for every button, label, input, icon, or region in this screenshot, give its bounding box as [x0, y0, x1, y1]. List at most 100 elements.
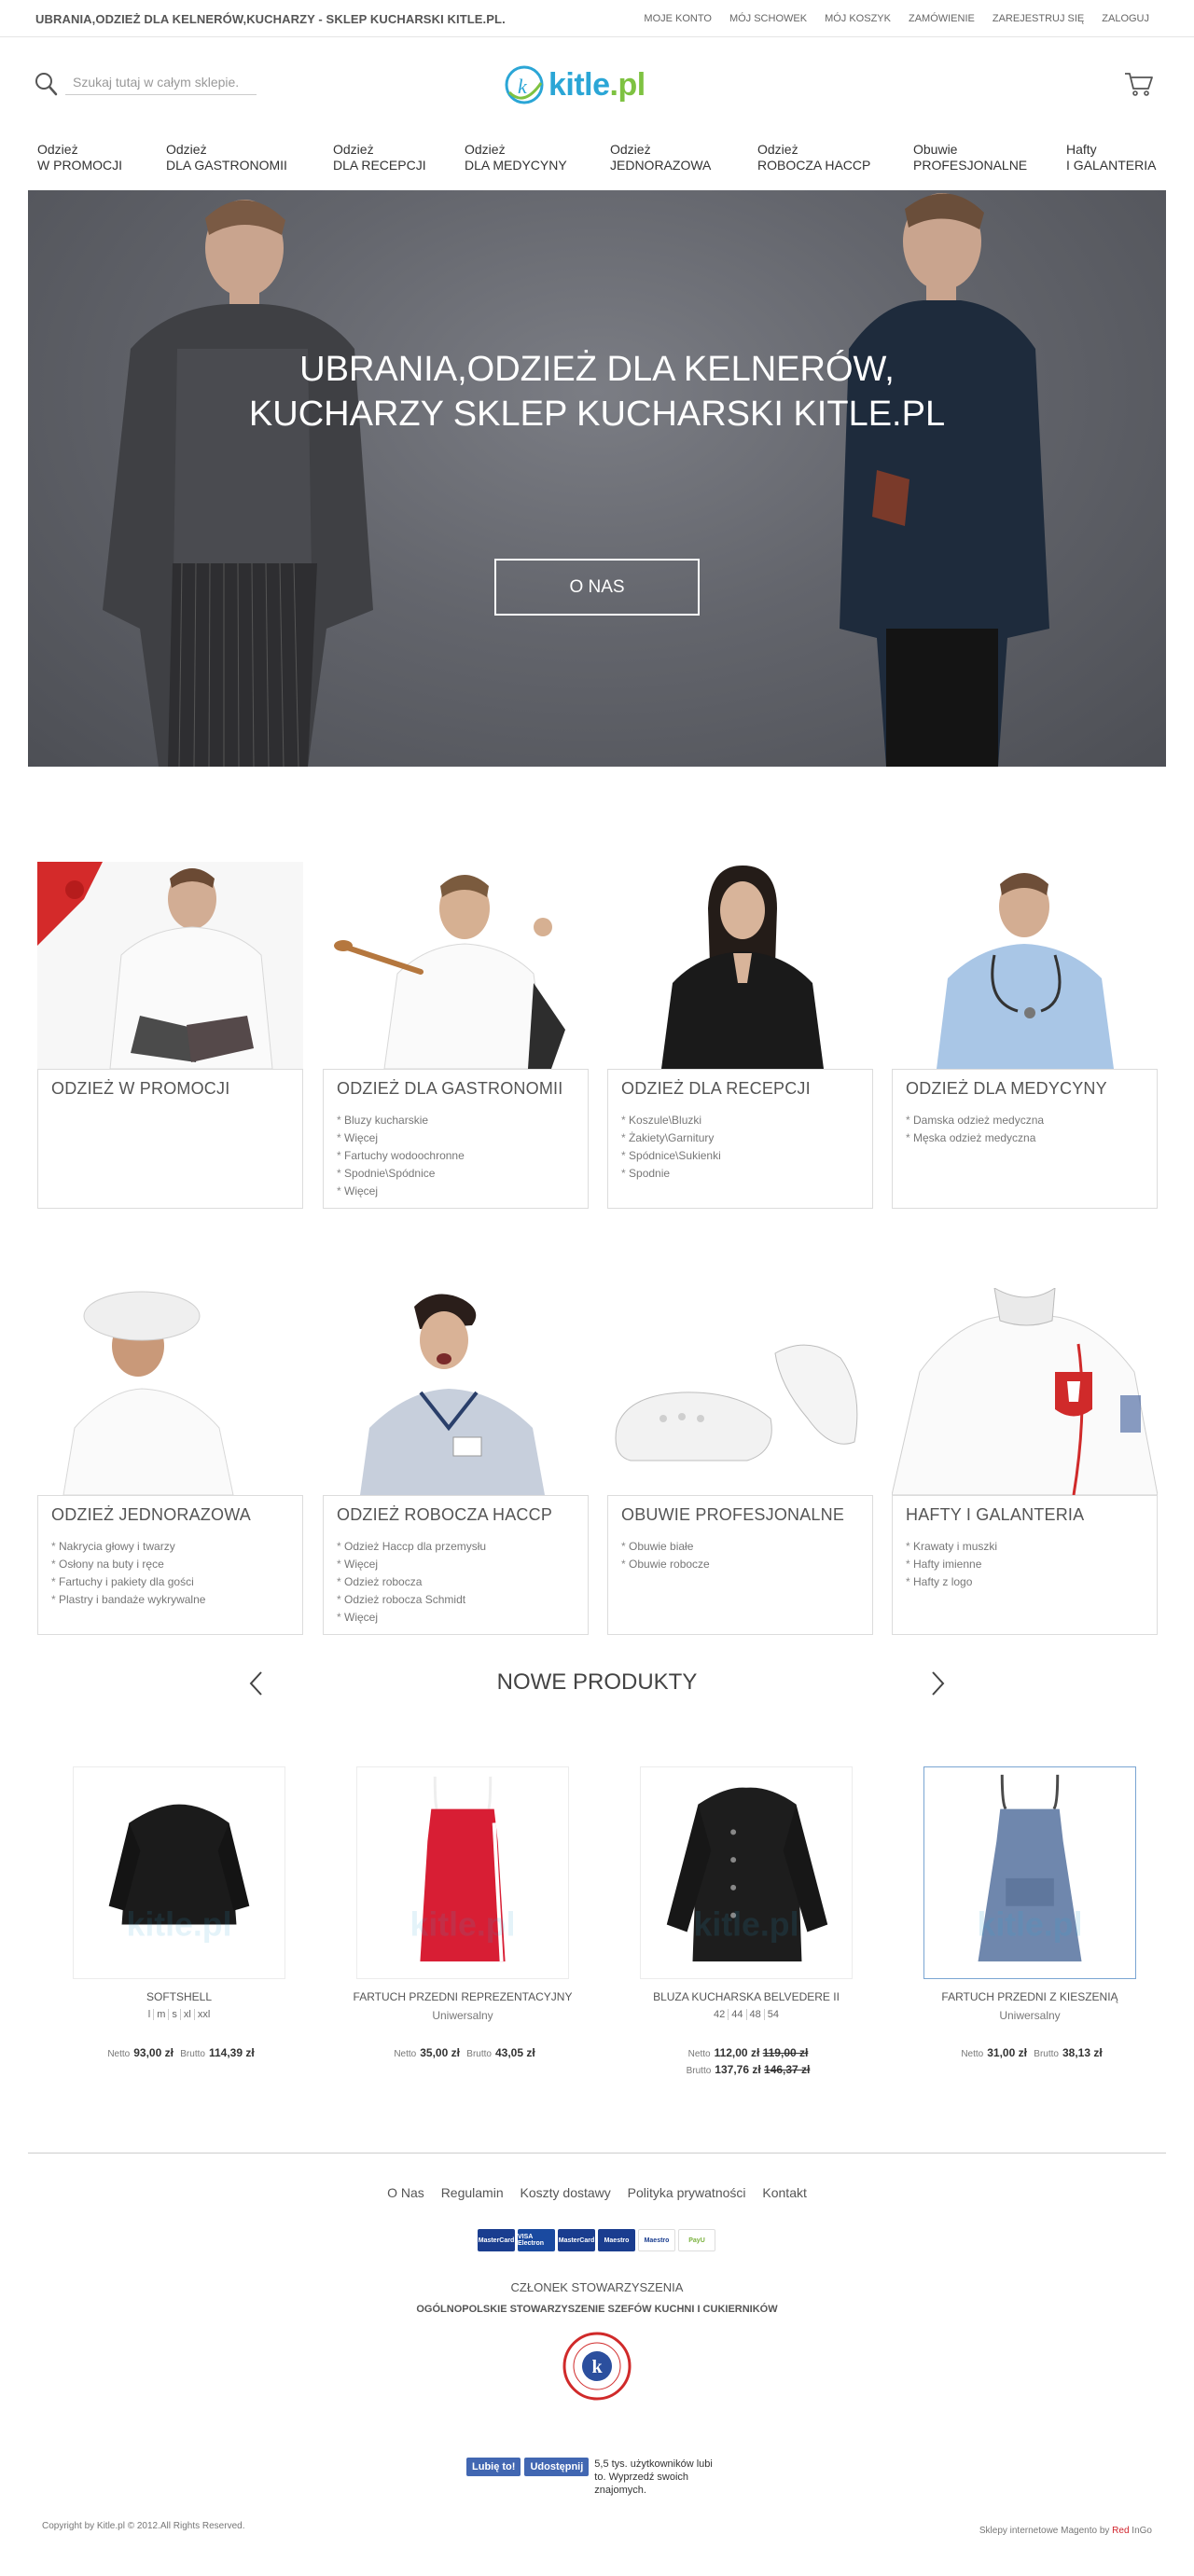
nav-item-hafty[interactable]: Hafty I GALANTERIA	[1066, 142, 1156, 173]
nav-item-obuwie[interactable]: Obuwie PROFESJONALNE	[913, 142, 1027, 173]
product-image[interactable]: kitle.pl	[356, 1766, 569, 1979]
my-cart-link[interactable]: MÓJ KOSZYK	[825, 13, 891, 24]
category-link[interactable]: Plastry i bandaże wykrywalne	[51, 1591, 289, 1609]
category-title[interactable]: OBUWIE PROFESJONALNE	[621, 1505, 859, 1525]
product-card[interactable]: kitle.pl FARTUCH PRZEDNI REPREZENTACYJNY…	[347, 1766, 572, 2084]
category-link[interactable]: Koszule\Bluzki	[621, 1112, 859, 1129]
category-link[interactable]: Męska odzież medyczna	[906, 1129, 1144, 1147]
category-tile-jednorazowa[interactable]: ODZIEŻ JEDNORAZOWA Nakrycia głowy i twar…	[37, 1288, 303, 1635]
category-image-hafty	[892, 1288, 1158, 1495]
category-title[interactable]: ODZIEŻ W PROMOCJI	[51, 1079, 289, 1099]
fb-like-button[interactable]: Lubię to!	[466, 2458, 521, 2476]
category-link[interactable]: Nakrycia głowy i twarzy	[51, 1538, 289, 1556]
category-link[interactable]: Odzież robocza	[337, 1573, 575, 1591]
category-link[interactable]: Krawaty i muszki	[906, 1538, 1144, 1556]
nav-item-gastronomia[interactable]: Odzież DLA GASTRONOMII	[166, 142, 287, 173]
category-title[interactable]: ODZIEŻ JEDNORAZOWA	[51, 1505, 289, 1525]
product-image[interactable]: kitle.pl	[923, 1766, 1136, 1979]
product-price-brutto: Brutto 137,76 zł 146,37 zł	[686, 2063, 811, 2076]
cart-icon[interactable]	[1124, 71, 1154, 97]
category-link[interactable]: Fartuchy i pakiety dla gości	[51, 1573, 289, 1591]
category-title[interactable]: ODZIEŻ ROBOCZA HACCP	[337, 1505, 575, 1525]
category-tile-haccp[interactable]: ODZIEŻ ROBOCZA HACCP Odzież Haccp dla pr…	[323, 1288, 589, 1635]
category-tile-recepcja[interactable]: ODZIEŻ DLA RECEPCJI Koszule\Bluzki Żakie…	[607, 862, 873, 1209]
wishlist-link[interactable]: MÓJ SCHOWEK	[729, 13, 807, 24]
category-link[interactable]: Fartuchy wodoochronne	[337, 1147, 575, 1165]
category-tile-medycyna[interactable]: ODZIEŻ DLA MEDYCYNY Damska odzież medycz…	[892, 862, 1158, 1209]
mastercard-icon: MasterCard	[558, 2229, 595, 2251]
category-title[interactable]: ODZIEŻ DLA GASTRONOMII	[337, 1079, 575, 1099]
chevron-right-icon[interactable]	[927, 1669, 948, 1697]
product-price: Netto 93,00 zł Brutto 114,39 zł	[107, 2046, 255, 2059]
svg-text:kitle.pl: kitle.pl	[410, 1905, 516, 1943]
category-link[interactable]: Więcej	[337, 1556, 575, 1573]
footer-link-privacy[interactable]: Polityka prywatności	[628, 2185, 746, 2200]
footer-link-terms[interactable]: Regulamin	[441, 2185, 504, 2200]
site-title: UBRANIA,ODZIEŻ DLA KELNERÓW,KUCHARZY - S…	[35, 12, 506, 26]
facebook-widget: Lubię to! Udostępnij 5,5 tys. użytkownik…	[466, 2458, 725, 2497]
category-link[interactable]: Bluzy kucharskie	[337, 1112, 575, 1129]
category-link[interactable]: Obuwie robocze	[621, 1556, 859, 1573]
product-image[interactable]: kitle.pl	[73, 1766, 285, 1979]
category-title[interactable]: HAFTY I GALANTERIA	[906, 1505, 1144, 1525]
category-link[interactable]: Hafty z logo	[906, 1573, 1144, 1591]
search-input[interactable]	[65, 69, 257, 95]
category-link[interactable]: Damska odzież medyczna	[906, 1112, 1144, 1129]
product-name[interactable]: BLUZA KUCHARSKA BELVEDERE II	[631, 1990, 862, 2003]
product-card[interactable]: kitle.pl FARTUCH PRZEDNI Z KIESZENIĄ Uni…	[914, 1766, 1138, 2084]
category-link[interactable]: Odzież robocza Schmidt	[337, 1591, 575, 1609]
category-title[interactable]: ODZIEŻ DLA MEDYCYNY	[906, 1079, 1144, 1099]
category-link[interactable]: Obuwie białe	[621, 1538, 859, 1556]
powered-by[interactable]: Sklepy internetowe Magento by Red InGo	[979, 2526, 1152, 2536]
category-box-obuwie: OBUWIE PROFESJONALNE Obuwie białe Obuwie…	[607, 1495, 873, 1635]
fb-share-button[interactable]: Udostępnij	[524, 2458, 590, 2476]
category-tile-obuwie[interactable]: OBUWIE PROFESJONALNE Obuwie białe Obuwie…	[607, 1288, 873, 1635]
about-us-button[interactable]: O NAS	[494, 559, 700, 616]
footer-link-contact[interactable]: Kontakt	[762, 2185, 806, 2200]
product-variant: Uniwersalny	[999, 2009, 1061, 2022]
nav-item-promocja[interactable]: Odzież W PROMOCJI	[37, 142, 122, 173]
category-link[interactable]: Spodnie	[621, 1165, 859, 1183]
register-link[interactable]: ZAREJESTRUJ SIĘ	[993, 13, 1084, 24]
category-title[interactable]: ODZIEŻ DLA RECEPCJI	[621, 1079, 859, 1099]
category-tile-gastronomia[interactable]: ODZIEŻ DLA GASTRONOMII Bluzy kucharskie …	[323, 862, 589, 1209]
category-link[interactable]: Żakiety\Garnitury	[621, 1129, 859, 1147]
mastercard-icon: MasterCard	[478, 2229, 515, 2251]
category-image-medycyna	[892, 862, 1158, 1069]
category-box-haccp: ODZIEŻ ROBOCZA HACCP Odzież Haccp dla pr…	[323, 1495, 589, 1635]
nav-item-medycyna[interactable]: Odzież DLA MEDYCYNY	[465, 142, 567, 173]
nav-item-haccp[interactable]: Odzież ROBOCZA HACCP	[757, 142, 870, 173]
category-link[interactable]: Więcej	[337, 1183, 575, 1200]
association-badge-icon[interactable]: k	[562, 2332, 632, 2401]
category-tile-hafty[interactable]: HAFTY I GALANTERIA Krawaty i muszki Haft…	[892, 1288, 1158, 1635]
product-name[interactable]: SOFTSHELL	[63, 1990, 295, 2003]
category-link[interactable]: Spodnie\Spódnice	[337, 1165, 575, 1183]
nav-item-recepcja[interactable]: Odzież DLA RECEPCJI	[333, 142, 426, 173]
category-link[interactable]: Więcej	[337, 1129, 575, 1147]
nav-item-jednorazowa[interactable]: Odzież JEDNORAZOWA	[610, 142, 711, 173]
footer-divider	[28, 2153, 1166, 2154]
site-logo[interactable]: k kitle.pl	[504, 63, 700, 106]
category-image-recepcja	[607, 862, 873, 1069]
category-image-obuwie	[607, 1288, 873, 1495]
category-link[interactable]: Spódnice\Sukienki	[621, 1147, 859, 1165]
product-card[interactable]: kitle.pl BLUZA KUCHARSKA BELVEDERE II 42…	[631, 1766, 854, 2084]
fb-like-count: 5,5 tys. użytkowników lubi to. Wyprzedź …	[594, 2458, 713, 2496]
product-name[interactable]: FARTUCH PRZEDNI REPREZENTACYJNY	[347, 1990, 578, 2003]
category-tile-promocja[interactable]: ODZIEŻ W PROMOCJI	[37, 862, 303, 1209]
search-icon[interactable]	[34, 71, 58, 97]
category-link[interactable]: Więcej	[337, 1609, 575, 1627]
login-link[interactable]: ZALOGUJ	[1102, 13, 1149, 24]
category-link[interactable]: Hafty imienne	[906, 1556, 1144, 1573]
product-card[interactable]: kitle.pl SOFTSHELL l m s xl xxl Netto 93,00 z…	[63, 1766, 287, 2084]
footer-link-about[interactable]: O Nas	[387, 2185, 424, 2200]
category-link[interactable]: Osłony na buty i ręce	[51, 1556, 289, 1573]
checkout-link[interactable]: ZAMÓWIENIE	[909, 13, 975, 24]
my-account-link[interactable]: MOJE KONTO	[644, 13, 712, 24]
footer-link-shipping[interactable]: Koszty dostawy	[521, 2185, 611, 2200]
top-links: MOJE KONTO MÓJ SCHOWEK MÓJ KOSZYK ZAMÓWI…	[644, 13, 1149, 24]
category-link[interactable]: Odzież Haccp dla przemysłu	[337, 1538, 575, 1556]
product-image[interactable]: kitle.pl	[640, 1766, 853, 1979]
product-name[interactable]: FARTUCH PRZEDNI Z KIESZENIĄ	[914, 1990, 1145, 2003]
category-box-hafty: HAFTY I GALANTERIA Krawaty i muszki Haft…	[892, 1495, 1158, 1635]
